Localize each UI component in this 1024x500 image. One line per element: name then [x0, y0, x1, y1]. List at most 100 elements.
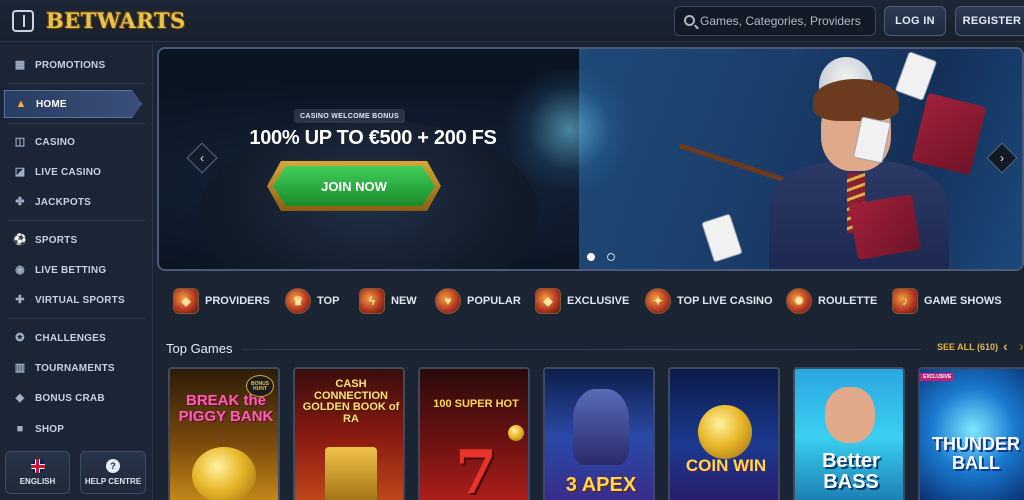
sidebar-item-tournaments[interactable]: ▥ TOURNAMENTS: [0, 354, 153, 382]
new-lightning-icon: ϟ: [359, 288, 385, 314]
category-label: NEW: [391, 295, 417, 307]
game-title: CASH CONNECTION GOLDEN BOOK of RA: [302, 378, 400, 425]
game-tile[interactable]: BONUS HUNT BREAK the PIGGY BANK: [168, 367, 280, 500]
register-button[interactable]: REGISTER: [955, 6, 1024, 36]
menu-toggle-icon[interactable]: [12, 10, 34, 32]
sidebar-item-shop[interactable]: ■ SHOP: [0, 415, 153, 443]
category-label: EXCLUSIVE: [567, 295, 630, 307]
fisherman-image: [825, 387, 875, 443]
seven-symbol-icon: 7: [455, 438, 497, 500]
casino-icon: ◫: [14, 135, 26, 148]
top-live-casino-icon: ✦: [645, 288, 671, 314]
section-divider: [243, 349, 921, 350]
sidebar-item-label: VIRTUAL SPORTS: [35, 294, 125, 306]
gamepad-icon: ✚: [15, 293, 25, 306]
game-tile[interactable]: COIN WIN: [668, 367, 780, 500]
join-now-button[interactable]: JOIN NOW: [267, 161, 441, 211]
help-icon: ?: [106, 459, 120, 473]
sidebar-item-label: BONUS CRAB: [35, 392, 105, 404]
sidebar-item-label: SPORTS: [35, 234, 78, 246]
slide-dot-active[interactable]: [587, 253, 595, 261]
game-shows-icon: ♪: [892, 288, 918, 314]
game-tile[interactable]: 3 APEX: [543, 367, 655, 500]
game-tile[interactable]: 100 SUPER HOT 7: [418, 367, 530, 500]
sidebar: ▦ PROMOTIONS ▲ HOME ◫ CASINO ◪ LIVE CASI…: [0, 43, 153, 500]
bonus-crab-icon: ◆: [15, 391, 25, 404]
search-input[interactable]: [700, 7, 870, 35]
wolf-image: [573, 389, 629, 465]
sidebar-item-casino[interactable]: ◫ CASINO: [0, 128, 153, 156]
join-now-label: JOIN NOW: [273, 166, 435, 206]
sidebar-item-label: SHOP: [35, 423, 65, 435]
coin-icon: [698, 405, 752, 459]
wizard-hat-icon: ▲: [15, 97, 27, 110]
coin-icon: [508, 425, 524, 441]
category-label: TOP LIVE CASINO: [677, 295, 773, 307]
hero-banner[interactable]: CASINO WELCOME BONUS 100% UP TO €500 + 2…: [157, 47, 1024, 271]
game-tile[interactable]: CASH CONNECTION GOLDEN BOOK of RA: [293, 367, 405, 500]
chevron-right-icon: ›: [1000, 151, 1004, 165]
category-label: PROVIDERS: [205, 295, 270, 307]
game-title: THUNDER BALL: [932, 434, 1020, 473]
category-top-live-casino[interactable]: ✦ TOP LIVE CASINO: [645, 286, 773, 316]
sidebar-divider: [8, 220, 145, 221]
live-betting-icon: ◉: [15, 263, 25, 276]
sidebar-item-label: PROMOTIONS: [35, 59, 106, 71]
gold-pig-image: [192, 447, 256, 500]
exclusive-badge: EXCLUSIVE: [920, 373, 955, 381]
sidebar-item-live-casino[interactable]: ◪ LIVE CASINO: [0, 158, 153, 186]
category-exclusive[interactable]: ◆ EXCLUSIVE: [535, 286, 629, 316]
chevron-left-icon[interactable]: ‹: [1003, 338, 1008, 354]
sidebar-item-label: JACKPOTS: [35, 196, 92, 208]
search-box[interactable]: [674, 6, 876, 36]
category-providers[interactable]: ◈ PROVIDERS: [173, 286, 270, 316]
category-label: GAME SHOWS: [924, 295, 1002, 307]
roulette-icon: ✹: [786, 288, 812, 314]
jackpots-icon: ✤: [15, 195, 25, 208]
wizard-hair: [813, 79, 899, 121]
sidebar-item-home[interactable]: ▲ HOME: [4, 90, 142, 118]
top-crown-icon: ♛: [285, 288, 311, 314]
category-new[interactable]: ϟ NEW: [359, 286, 417, 316]
sidebar-item-label: LIVE CASINO: [35, 166, 102, 178]
top-games-header: Top Games SEE ALL (610) ‹ ›: [157, 334, 1024, 364]
sidebar-item-virtual-sports[interactable]: ✚ VIRTUAL SPORTS: [0, 286, 153, 314]
game-title: 3 APEX: [565, 474, 637, 496]
sidebar-item-bonus-crab[interactable]: ◆ BONUS CRAB: [0, 384, 153, 412]
category-game-shows[interactable]: ♪ GAME SHOWS: [892, 286, 1002, 316]
category-bar: ◈ PROVIDERS ♛ TOP ϟ NEW ♥ POPULAR ◆ EXCL…: [157, 278, 1024, 324]
sidebar-item-promotions[interactable]: ▦ PROMOTIONS: [0, 51, 153, 79]
sidebar-divider: [8, 123, 145, 124]
category-label: POPULAR: [467, 295, 521, 307]
promotions-icon: ▦: [14, 58, 26, 71]
login-button[interactable]: LOG IN: [884, 6, 946, 36]
category-popular[interactable]: ♥ POPULAR: [435, 286, 521, 316]
language-button[interactable]: ENGLISH: [5, 451, 70, 494]
search-icon: [684, 15, 695, 26]
providers-icon: ◈: [173, 288, 199, 314]
hero-prev-button[interactable]: ‹: [186, 142, 218, 174]
sidebar-item-label: HOME: [36, 98, 67, 110]
game-tile[interactable]: EXCLUSIVE THUNDER BALL: [918, 367, 1024, 500]
category-roulette[interactable]: ✹ ROULETTE: [786, 286, 877, 316]
sidebar-divider: [8, 83, 145, 84]
hero-title: 100% UP TO €500 + 200 FS: [249, 127, 497, 149]
see-all-link[interactable]: SEE ALL (610): [937, 342, 998, 352]
sidebar-item-sports[interactable]: ⚽ SPORTS: [0, 226, 153, 254]
sidebar-item-label: LIVE BETTING: [35, 264, 107, 276]
category-top[interactable]: ♛ TOP: [285, 286, 339, 316]
top-bar: BETWARTS LOG IN REGISTER: [0, 0, 1024, 42]
sidebar-item-jackpots[interactable]: ✤ JACKPOTS: [0, 188, 153, 216]
logo[interactable]: BETWARTS: [46, 5, 186, 37]
live-casino-icon: ◪: [14, 165, 26, 178]
help-centre-button[interactable]: ? HELP CENTRE: [80, 451, 146, 494]
slide-dot[interactable]: [607, 253, 615, 261]
chevron-right-icon[interactable]: ›: [1019, 338, 1024, 354]
golden-book-image: [325, 447, 377, 500]
sports-ball-icon: ⚽: [13, 233, 27, 246]
game-title: COIN WIN: [685, 456, 767, 475]
sidebar-item-live-betting[interactable]: ◉ LIVE BETTING: [0, 256, 153, 284]
game-tile[interactable]: Better BASS: [793, 367, 905, 500]
sidebar-item-challenges[interactable]: ✪ CHALLENGES: [0, 324, 153, 352]
exclusive-icon: ◆: [535, 288, 561, 314]
